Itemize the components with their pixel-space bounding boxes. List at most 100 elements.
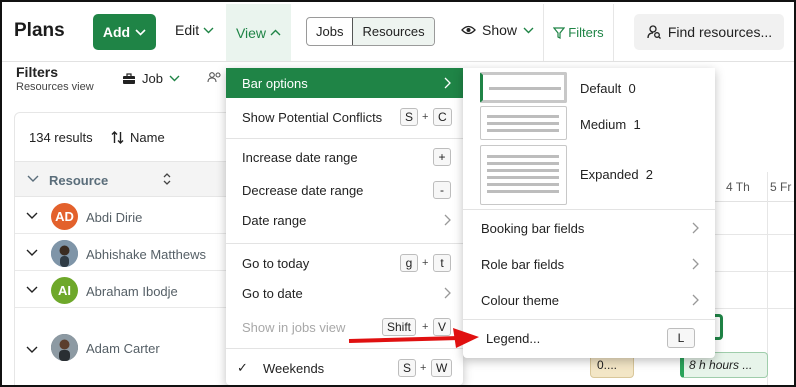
find-resources-button[interactable]: Find resources... [634,14,784,50]
chevron-right-icon [444,287,451,299]
chevron-down-icon[interactable] [26,209,38,223]
job-filter[interactable]: Job [122,71,180,86]
sort-toggle-icon[interactable] [161,172,173,186]
shortcut-key: - [433,181,451,199]
bar-size-default-thumbnail[interactable] [480,72,567,103]
menu-item-increase-range[interactable]: Increase date range + [226,142,463,172]
resource-list-panel: 134 results Name Resource AD Abdi Dirie … [14,112,239,385]
filters-subtitle: Resources view [16,81,94,93]
chevron-down-icon [135,28,146,36]
sort-label: Name [130,130,165,145]
menu-item-label: Colour theme [481,292,560,308]
bar-size-medium-thumbnail[interactable] [480,106,567,140]
menu-item-decrease-range[interactable]: Decrease date range - [226,175,463,205]
resource-name[interactable]: Abraham Ibodje [86,284,178,299]
sort-icon [111,131,124,144]
resource-name[interactable]: Abdi Dirie [86,210,142,225]
chevron-up-icon [270,29,281,36]
sort-by-name[interactable]: Name [111,130,165,145]
shortcut-key: C [433,108,452,126]
show-menu[interactable]: Show [461,22,534,38]
table-row[interactable]: AI Abraham Ibodje [15,272,239,308]
view-menu[interactable]: View [226,4,291,61]
menu-item-legend[interactable]: Legend... L [463,323,715,353]
thumbnail-line [487,122,559,125]
table-row[interactable]: AD Abdi Dirie [15,198,239,234]
menu-item-weekends[interactable]: ✓ Weekends S + W [226,353,463,383]
menu-divider [463,209,715,210]
menu-item-label: Bar options [242,75,308,91]
shortcut-key: L [667,328,695,348]
find-resources-label: Find resources... [667,24,773,40]
show-menu-label: Show [482,22,518,38]
eye-icon [461,25,476,35]
timeline-gridline [714,234,794,235]
people-icon[interactable] [207,71,223,83]
menu-item-label: Go to date [242,285,303,301]
chevron-right-icon [692,258,699,270]
menu-item-booking-bar-fields[interactable]: Booking bar fields [463,213,715,243]
chevron-down-icon [203,27,214,33]
chevron-down-icon [523,27,534,33]
person-photo-icon [51,240,78,267]
shortcut-key: S [398,359,417,377]
chevron-right-icon [692,222,699,234]
menu-item-label: Booking bar fields [481,220,585,236]
menu-item-go-to-date[interactable]: Go to date [226,278,463,308]
avatar [51,334,78,361]
resources-toggle[interactable]: Resources [352,18,434,45]
shortcut-plus: + [422,257,429,269]
bar-size-expanded-label[interactable]: Expanded 2 [580,167,653,182]
app-window: Plans Add Edit View Jobs Resources Show … [0,0,796,387]
avatar [51,240,78,267]
menu-item-bar-options[interactable]: Bar options [226,68,463,98]
menu-item-show-conflicts[interactable]: Show Potential Conflicts S + C [226,102,463,132]
shortcut-plus: + [420,362,427,374]
job-filter-label: Job [142,71,163,86]
menu-item-role-bar-fields[interactable]: Role bar fields [463,249,715,279]
menu-item-label: Legend... [486,330,541,346]
resource-name[interactable]: Adam Carter [86,341,160,356]
bar-size-default-label[interactable]: Default 0 [580,81,636,96]
resource-column-label[interactable]: Resource [49,173,108,188]
menu-item-colour-theme[interactable]: Colour theme [463,285,715,315]
chevron-down-icon[interactable] [26,246,38,260]
jobs-toggle[interactable]: Jobs [307,18,352,45]
chevron-down-icon[interactable] [26,283,38,297]
menu-item-date-range[interactable]: Date range [226,205,463,235]
chevron-down-icon [169,75,180,82]
add-button[interactable]: Add [93,14,156,50]
chevron-down-icon[interactable] [26,343,38,357]
bar-size-expanded-thumbnail[interactable] [480,145,567,205]
menu-item-label: Increase date range [242,149,358,165]
edit-menu-label: Edit [175,22,200,38]
page-title: Plans [14,20,65,41]
resource-column-header: Resource [15,161,239,197]
filters-button[interactable]: Filters [543,4,614,61]
thumbnail-line [487,176,559,179]
table-row[interactable]: Abhishake Matthews [15,235,239,271]
avatar: AD [51,203,78,230]
edit-menu[interactable]: Edit [175,22,214,38]
menu-item-label: Weekends [263,360,325,376]
thumbnail-line [489,87,561,90]
bar-size-medium-label[interactable]: Medium 1 [580,117,641,132]
top-bar: Plans Add Edit View Jobs Resources Show … [2,2,794,62]
shortcut-key: S [400,108,419,126]
thumbnail-line [487,190,559,193]
avatar: AI [51,277,78,304]
chevron-down-icon[interactable] [27,172,39,186]
menu-item-label: Show Potential Conflicts [242,109,383,125]
booking-bar[interactable] [714,314,723,340]
booking-bar-text: 0.... [597,358,618,372]
table-row[interactable]: Adam Carter [15,309,239,385]
thumbnail-line [487,162,559,165]
day-label: 5 Fr [770,180,792,194]
shortcut-key: t [433,254,451,272]
thumbnail-line [487,169,559,172]
view-mode-toggle: Jobs Resources [306,17,435,46]
chevron-right-icon [444,77,451,89]
menu-item-go-to-today[interactable]: Go to today g + t [226,248,463,278]
filter-icon [553,26,566,39]
resource-name[interactable]: Abhishake Matthews [86,247,206,262]
